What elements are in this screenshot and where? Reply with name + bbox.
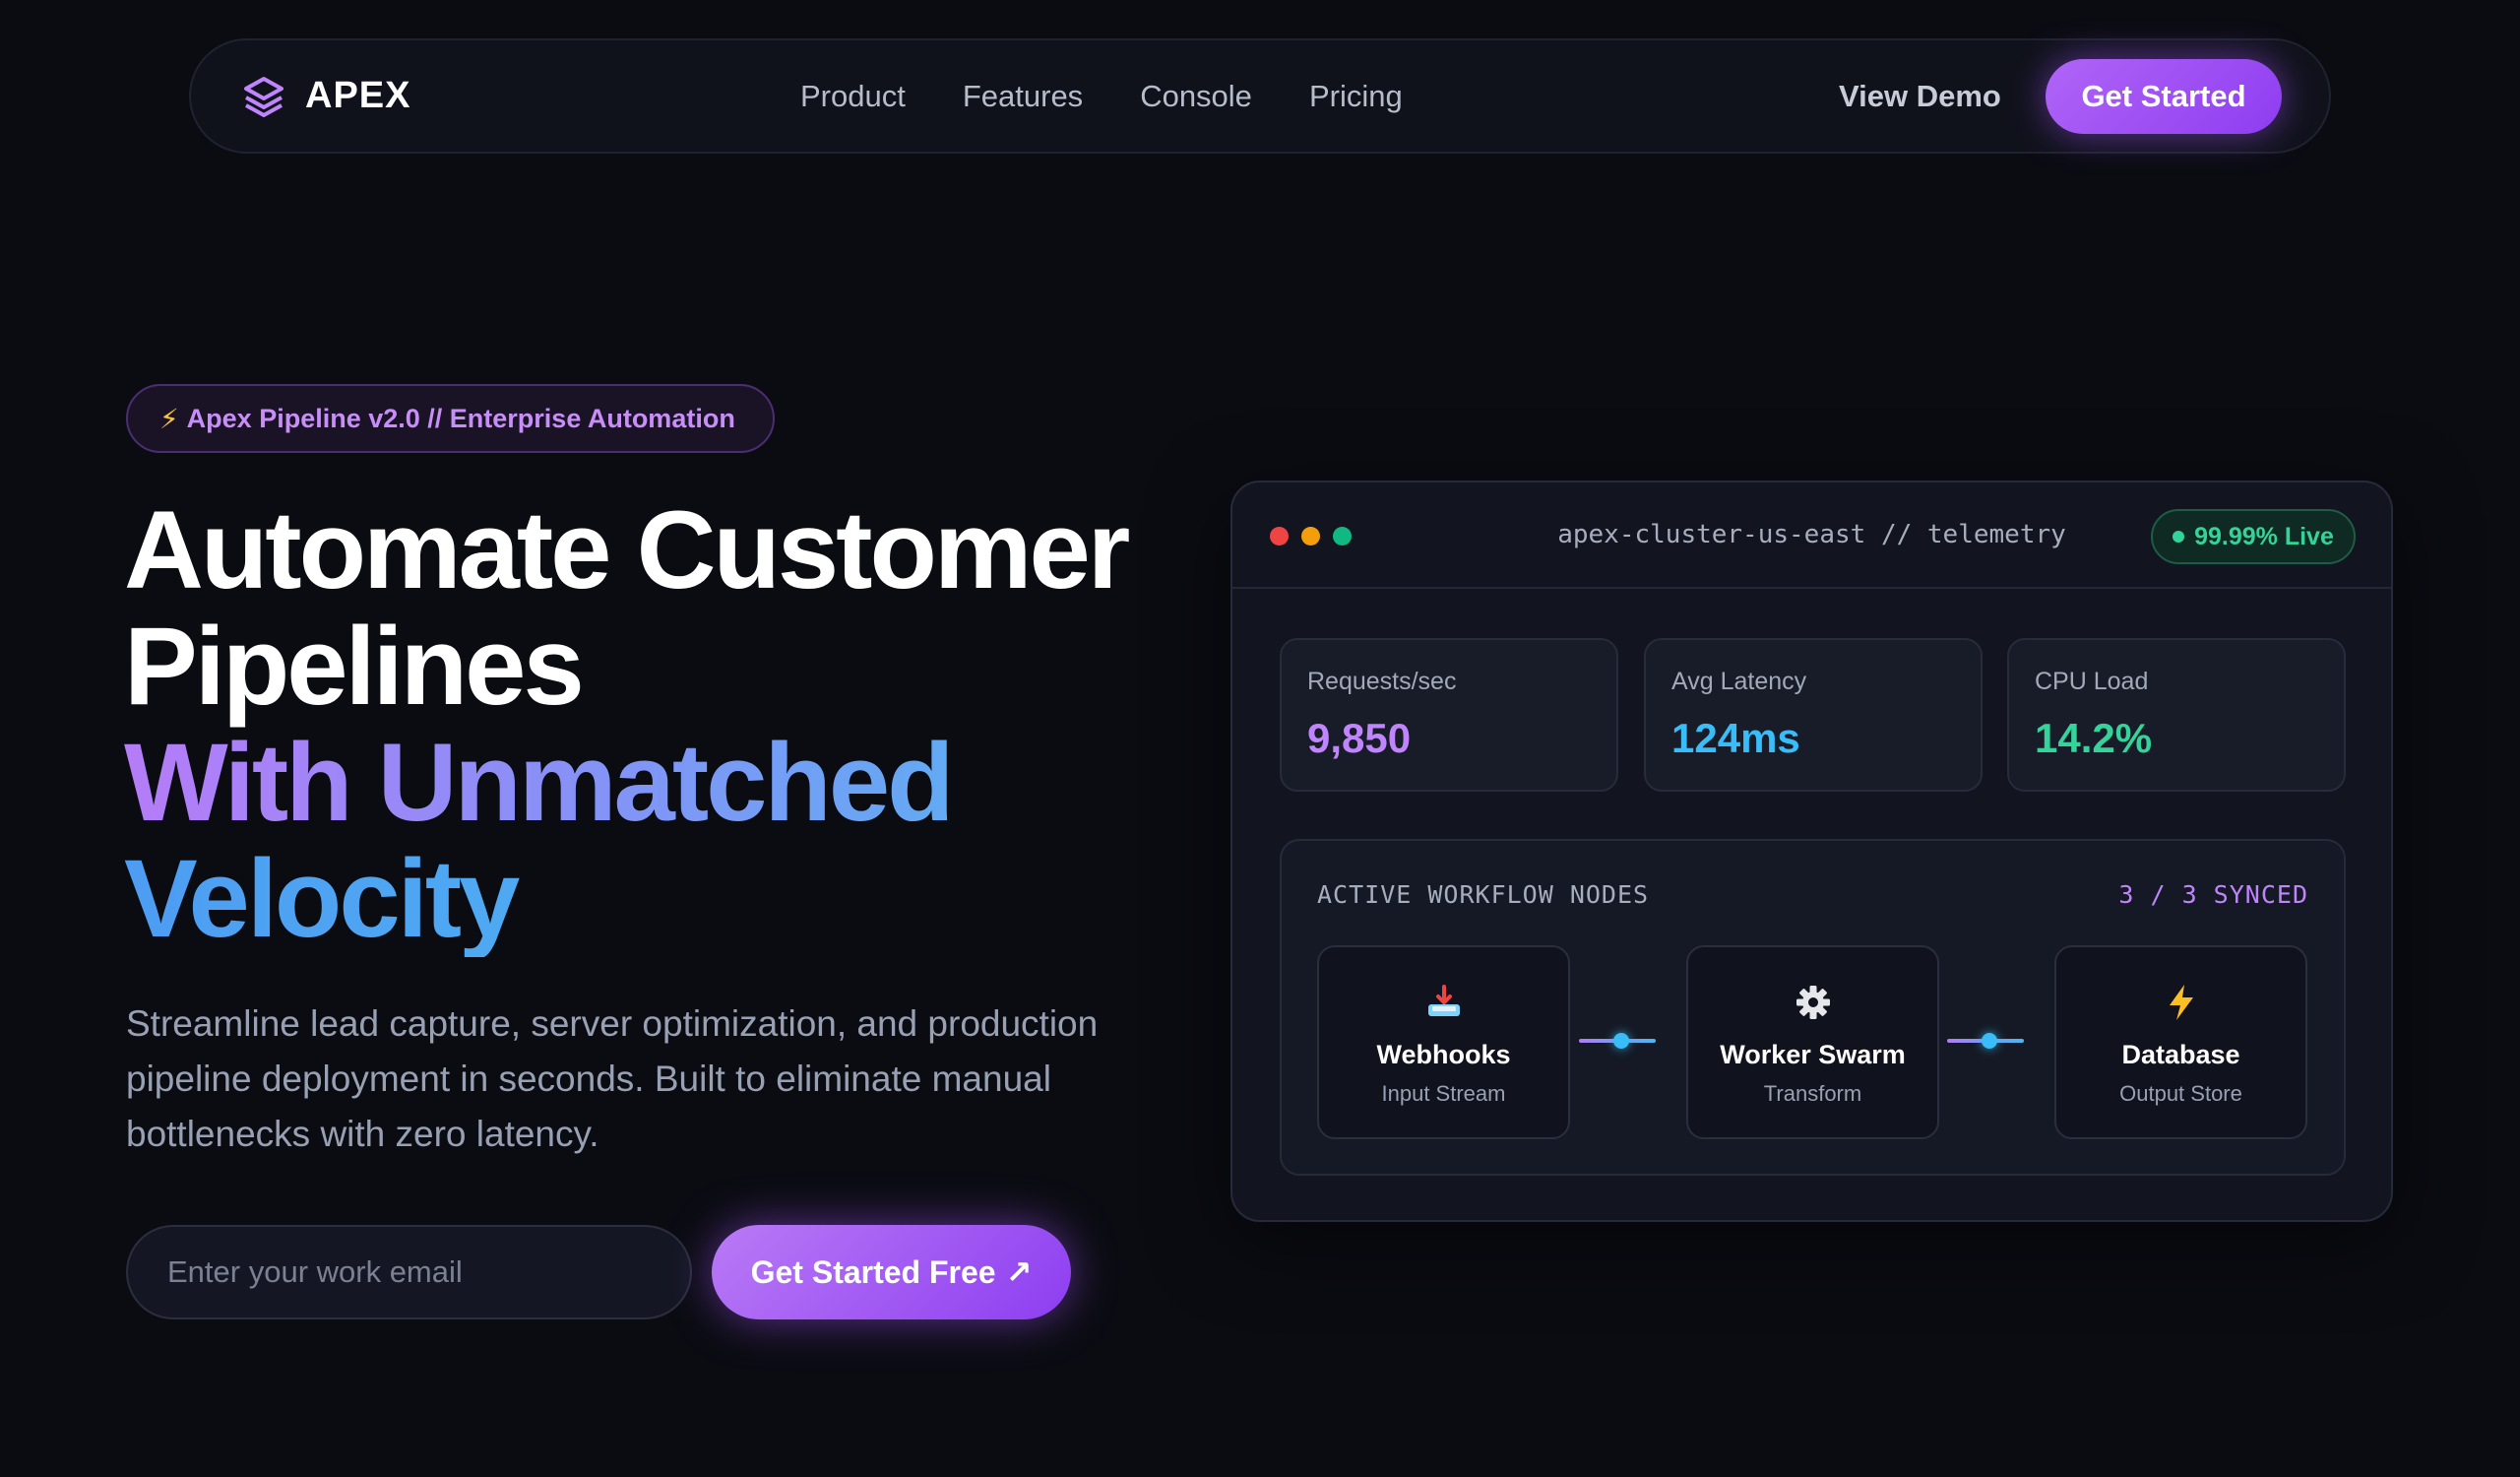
headline-line-1: Automate Customer <box>124 488 1130 611</box>
connector-pulse-dot <box>1982 1033 1997 1049</box>
workflow-node-webhooks[interactable]: Webhooks Input Stream <box>1317 945 1570 1139</box>
brand-name: APEX <box>305 75 411 116</box>
email-input[interactable] <box>126 1225 692 1319</box>
inbox-tray-icon <box>1319 983 1568 1022</box>
stat-value: 9,850 <box>1307 715 1412 761</box>
layers-logo-icon <box>244 76 284 117</box>
telemetry-panel: apex-cluster-us-east // telemetry 99.99%… <box>1230 481 2393 1222</box>
headline-line-3: With Unmatched <box>124 725 1158 841</box>
lightning-icon <box>2056 983 2305 1022</box>
stat-value: 14.2% <box>2035 715 2153 761</box>
stat-label: Requests/sec <box>1307 668 1457 695</box>
hero-headline: Automate Customer Pipelines With Unmatch… <box>124 492 1158 957</box>
node-name: Database <box>2121 1040 2240 1069</box>
stat-card-cpu: CPU Load 14.2% <box>2007 638 2346 792</box>
get-started-button[interactable]: Get Started <box>2046 59 2282 134</box>
version-badge: ⚡ Apex Pipeline v2.0 // Enterprise Autom… <box>126 384 775 453</box>
view-demo-link[interactable]: View Demo <box>1839 40 2001 152</box>
status-dot-icon <box>2173 531 2185 543</box>
headline-line-2: Pipelines <box>124 605 585 728</box>
stat-label: Avg Latency <box>1671 668 1807 695</box>
nav-links: Product Features Console Pricing <box>800 40 1403 152</box>
live-status-badge: 99.99% Live <box>2151 509 2356 564</box>
nav-link-pricing[interactable]: Pricing <box>1309 79 1403 114</box>
get-started-free-button[interactable]: Get Started Free ↗ <box>712 1225 1071 1319</box>
stat-value: 124ms <box>1671 715 1800 761</box>
nav-link-features[interactable]: Features <box>963 79 1083 114</box>
stat-card-requests: Requests/sec 9,850 <box>1280 638 1618 792</box>
workflow-sync-status: 3 / 3 SYNCED <box>2118 880 2308 909</box>
workflow-section: ACTIVE WORKFLOW NODES 3 / 3 SYNCED Webho… <box>1280 839 2346 1176</box>
arrow-up-right-icon: ↗ <box>1005 1254 1033 1290</box>
gear-icon <box>1688 983 1937 1022</box>
workflow-title: ACTIVE WORKFLOW NODES <box>1317 880 1650 909</box>
stat-label: CPU Load <box>2035 668 2149 695</box>
connector-pulse-dot <box>1613 1033 1629 1049</box>
top-navbar: APEX Product Features Console Pricing Vi… <box>189 38 2331 154</box>
version-badge-text: Apex Pipeline v2.0 // Enterprise Automat… <box>186 403 735 433</box>
live-status-text: 99.99% Live <box>2194 522 2334 550</box>
workflow-node-database[interactable]: Database Output Store <box>2054 945 2307 1139</box>
headline-line-4: Velocity <box>124 841 1158 957</box>
workflow-node-worker-swarm[interactable]: Worker Swarm Transform <box>1686 945 1939 1139</box>
stat-card-latency: Avg Latency 124ms <box>1644 638 1983 792</box>
brand-logo[interactable]: APEX <box>240 40 410 152</box>
nav-link-console[interactable]: Console <box>1140 79 1252 114</box>
node-subtitle: Output Store <box>2119 1081 2242 1106</box>
node-subtitle: Transform <box>1763 1081 1862 1106</box>
panel-header: apex-cluster-us-east // telemetry 99.99%… <box>1232 482 2391 589</box>
node-name: Webhooks <box>1376 1040 1511 1069</box>
nav-link-product[interactable]: Product <box>800 79 906 114</box>
cta-label: Get Started Free <box>750 1253 996 1290</box>
node-subtitle: Input Stream <box>1381 1081 1506 1106</box>
node-name: Worker Swarm <box>1720 1040 1906 1069</box>
hero-description: Streamline lead capture, server optimiza… <box>126 1003 1099 1154</box>
lightning-icon: ⚡ <box>159 403 179 434</box>
